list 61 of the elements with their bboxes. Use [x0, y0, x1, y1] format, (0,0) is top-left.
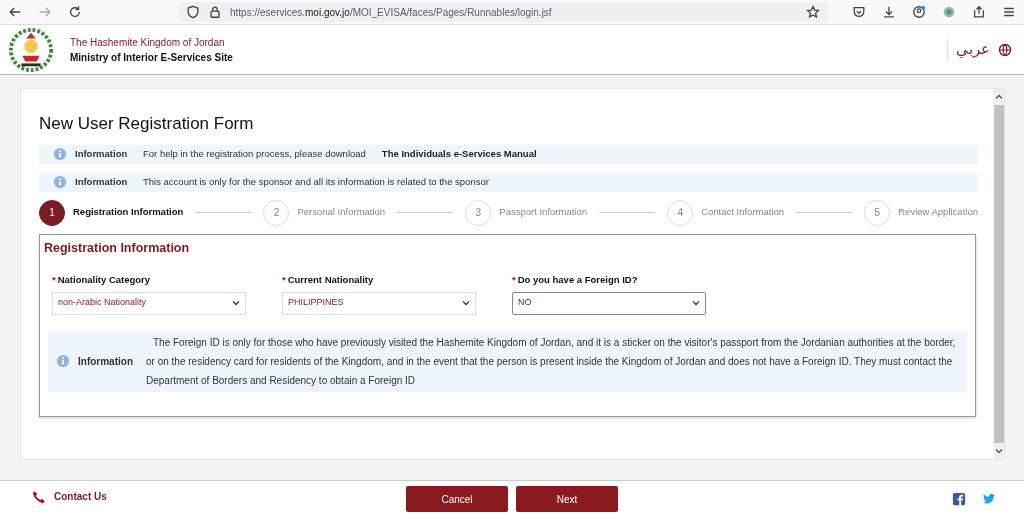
extension-icon[interactable]	[942, 5, 956, 19]
dropdown[interactable]: PHILIPPINES	[282, 291, 476, 315]
reload-icon[interactable]	[68, 5, 82, 19]
star-icon[interactable]	[806, 5, 820, 19]
site-subtitle: The Hashemite Kingdom of Jordan	[70, 35, 226, 50]
manual-link[interactable]: The Individuals e-Services Manual	[381, 146, 537, 162]
info-icon	[56, 354, 70, 368]
step-number[interactable]: 5	[864, 199, 891, 226]
info-icon	[53, 175, 67, 189]
info-text: The Foreign ID is only for those who have previously visited the Hashemite Kingdom of Jordan, and it is a sticker on the visitor's passport from the Jordanian authorities at the border, or on the residency card for residents of the Kingdom, and in the event that the person is present inside the Kingdom of Jordan and does not have a Foreign ID. They must contact the Department of Borders and Residency to obtain a Foreign ID	[146, 335, 957, 388]
emblem-logo	[8, 26, 54, 73]
contact-link[interactable]: Contact Us	[54, 489, 107, 504]
info-icon	[53, 147, 67, 161]
field-label: * Current Nationality	[282, 273, 375, 288]
account-icon[interactable]	[912, 5, 926, 19]
dropdown[interactable]: NO	[512, 291, 706, 315]
site-title: Ministry of Interior E-Services Site	[70, 50, 233, 65]
scroll-up-icon[interactable]	[995, 93, 1003, 101]
cancel-button[interactable]: Cancel	[406, 486, 508, 512]
required-marker: *	[282, 274, 286, 286]
address-bar[interactable]: https://eservices.moi.gov.jo/MOI_EVISA/faces/Pages/Runnables/login.jsf	[178, 2, 828, 22]
chevron-icon	[232, 300, 240, 306]
step-number[interactable]: 3	[465, 199, 492, 226]
scroll-down-icon[interactable]	[995, 447, 1003, 455]
lock-icon	[208, 5, 222, 19]
step-label[interactable]: Registration Information	[73, 205, 184, 220]
info-label: Information	[78, 354, 134, 369]
shield-icon	[186, 5, 200, 19]
facebook-icon[interactable]	[952, 492, 966, 506]
info-label: Information	[75, 146, 129, 161]
info-text: This account is only for the sponsor and all its information is related to the sponsor	[143, 174, 489, 189]
required-marker: *	[512, 274, 516, 286]
share-icon[interactable]	[972, 5, 986, 19]
step-label[interactable]: Passport Information	[499, 205, 587, 220]
url-text: https://eservices.moi.gov.jo/MOI_EVISA/faces/Pages/Runnables/login.jsf	[230, 5, 553, 20]
step-number[interactable]: 2	[263, 199, 290, 226]
step-label[interactable]: Personal Information	[297, 205, 386, 220]
step-number[interactable]: 4	[667, 199, 694, 226]
menu-icon[interactable]	[1002, 5, 1016, 19]
form-title: New User Registration Form	[39, 113, 255, 135]
step-label[interactable]: Contact Information	[701, 205, 785, 220]
info-text: For help in the registration process, please download	[143, 146, 366, 161]
chevron-icon	[462, 300, 470, 306]
field-label: * Nationality Category	[52, 273, 152, 288]
info-label: Information	[75, 174, 129, 189]
back-icon[interactable]	[8, 5, 22, 19]
language-link[interactable]: عربي	[947, 38, 990, 61]
dropdown[interactable]: non-Arabic Nationality	[52, 291, 246, 315]
required-marker: *	[52, 274, 56, 286]
step-number[interactable]: 1	[39, 199, 65, 226]
step-label[interactable]: Review Application	[898, 205, 978, 220]
twitter-icon[interactable]	[982, 492, 996, 506]
scrollbar[interactable]	[994, 89, 1004, 459]
download-icon[interactable]	[882, 5, 896, 19]
globe-icon[interactable]	[998, 42, 1012, 57]
next-button[interactable]: Next	[516, 486, 618, 512]
phone-icon[interactable]	[32, 489, 46, 504]
section-title: Registration Information	[44, 239, 191, 257]
chevron-icon	[692, 300, 700, 306]
field-label: * Do you have a Foreign ID?	[512, 273, 639, 288]
pocket-icon[interactable]	[852, 5, 866, 19]
